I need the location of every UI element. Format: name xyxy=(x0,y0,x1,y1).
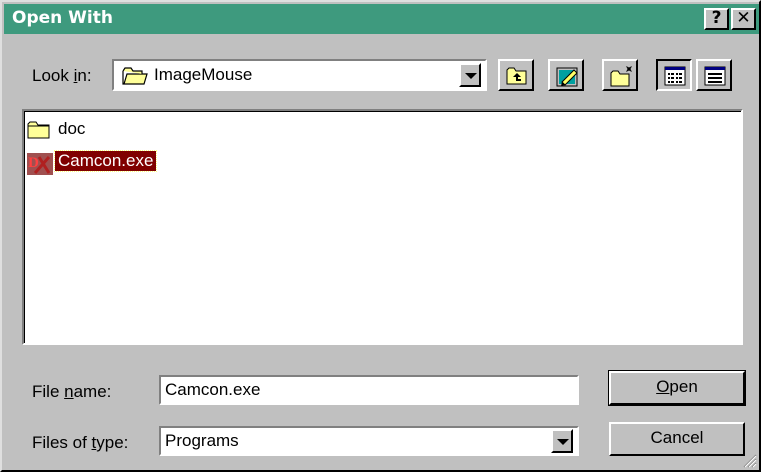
look-in-label: Look in: xyxy=(32,66,92,85)
file-name-label: File name: xyxy=(32,382,112,401)
window-title: Open With xyxy=(12,8,113,28)
file-name-label: Camcon.exe xyxy=(53,150,158,172)
files-of-type-select[interactable]: Programs xyxy=(159,426,579,456)
list-view-icon xyxy=(664,66,686,86)
help-button[interactable]: ? xyxy=(704,8,729,30)
files-of-type-value: Programs xyxy=(165,431,239,450)
look-in-value: ImageMouse xyxy=(154,65,253,84)
title-bar[interactable]: Open With ? ✕ xyxy=(4,4,759,34)
cancel-button[interactable]: Cancel xyxy=(609,422,745,456)
look-in-dropdown-button[interactable] xyxy=(459,63,481,87)
details-view-icon xyxy=(704,66,726,86)
folder-icon xyxy=(122,67,148,90)
close-button[interactable]: ✕ xyxy=(731,8,756,30)
files-of-type-label: Files of type: xyxy=(32,433,129,452)
new-folder-icon xyxy=(610,66,632,87)
open-with-dialog: Open With ? ✕ Look in: ImageMouse doc D … xyxy=(0,0,761,472)
new-folder-button[interactable] xyxy=(602,59,638,91)
folder-icon xyxy=(27,121,50,139)
details-view-button[interactable] xyxy=(696,59,732,91)
file-name-label: doc xyxy=(58,119,86,138)
file-list[interactable]: doc D Camcon.exe xyxy=(22,109,743,345)
chevron-down-icon xyxy=(465,73,477,79)
up-one-level-button[interactable] xyxy=(498,59,534,91)
open-button[interactable]: Open xyxy=(608,370,746,406)
up-one-level-icon xyxy=(506,67,527,85)
file-name-input[interactable]: Camcon.exe xyxy=(159,375,579,405)
look-in-combobox[interactable]: ImageMouse xyxy=(112,59,487,91)
resize-grip-icon[interactable] xyxy=(743,454,757,468)
list-view-button[interactable] xyxy=(656,59,692,91)
chevron-down-icon xyxy=(557,439,569,445)
exe-icon: D xyxy=(27,153,53,175)
files-of-type-dropdown-button[interactable] xyxy=(551,429,573,453)
desktop-button[interactable] xyxy=(548,59,584,91)
desktop-icon xyxy=(556,67,578,87)
